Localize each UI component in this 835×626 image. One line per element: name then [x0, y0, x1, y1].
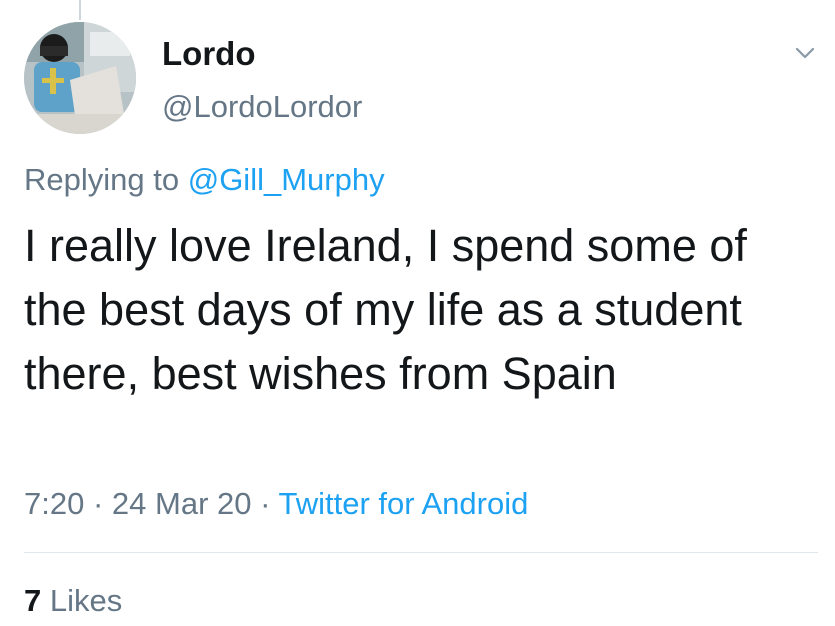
- thread-connector-line: [79, 0, 81, 20]
- chevron-down-icon: [795, 47, 815, 59]
- likes-stat[interactable]: 7 Likes: [24, 581, 122, 621]
- reply-prefix: Replying to: [24, 162, 180, 197]
- avatar-image: [24, 22, 136, 134]
- tweet-time[interactable]: 7:20: [24, 486, 84, 521]
- meta-separator: ·: [92, 486, 104, 521]
- tweet-text: I really love Ireland, I spend some of t…: [24, 220, 747, 399]
- avatar[interactable]: [24, 22, 136, 134]
- tweet-source-link[interactable]: Twitter for Android: [279, 486, 529, 521]
- divider: [24, 552, 818, 553]
- likes-count: 7: [24, 583, 42, 618]
- meta-separator: ·: [260, 486, 271, 521]
- author-handle[interactable]: @LordoLordor: [162, 87, 362, 127]
- tweet-menu-button[interactable]: [788, 40, 822, 66]
- tweet-meta: 7:20 · 24 Mar 20 · Twitter for Android: [24, 484, 528, 524]
- reply-mention-link[interactable]: @Gill_Murphy: [188, 162, 385, 197]
- author-name[interactable]: Lordo: [162, 34, 255, 74]
- reply-context: Replying to @Gill_Murphy: [24, 160, 385, 200]
- likes-label: Likes: [49, 583, 123, 618]
- tweet-date[interactable]: 24 Mar 20: [112, 486, 252, 521]
